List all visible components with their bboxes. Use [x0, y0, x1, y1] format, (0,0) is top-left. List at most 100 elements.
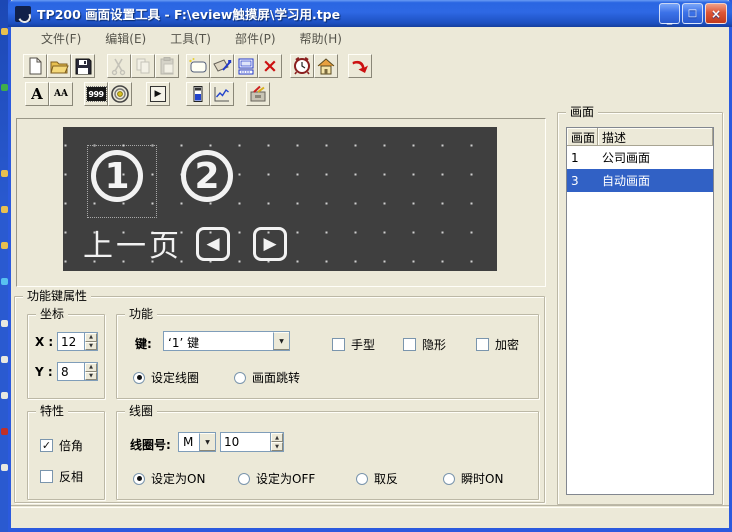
y-spin-down-button[interactable]: ▼ — [85, 372, 97, 381]
text-a-icon: A — [31, 85, 43, 103]
open-file-button[interactable] — [47, 54, 71, 78]
download-arrow-icon — [350, 56, 370, 76]
screens-listview[interactable]: 画面 描述 1 公司画面 3 自动画面 — [566, 127, 714, 495]
desktop-icon — [1, 206, 8, 213]
text-aa-icon: AA — [54, 89, 68, 99]
cut-button[interactable] — [107, 54, 131, 78]
canvas-prev-text[interactable]: 上一页 — [83, 221, 182, 265]
new-screen-button[interactable] — [186, 54, 210, 78]
coil-spin-down-button[interactable]: ▼ — [271, 442, 283, 451]
screen-canvas[interactable]: 1 2 上一页 ◀ ▶ — [63, 127, 497, 271]
delete-x-icon: × — [262, 57, 278, 76]
screen-properties-button[interactable] — [210, 54, 234, 78]
column-header-description[interactable]: 描述 — [598, 128, 713, 146]
check-icon: ✓ — [42, 440, 51, 451]
spin-down-icon: ▼ — [89, 343, 93, 349]
set-on-radio-label: 设定为ON — [151, 470, 205, 487]
column-header-screen[interactable]: 画面 — [567, 128, 598, 146]
x-spin-up-button[interactable]: ▲ — [85, 333, 97, 342]
coil-type-dropdown[interactable]: M ▼ — [178, 432, 216, 452]
title-bar[interactable]: TP200 画面设置工具 - F:\eview触摸屏\学习用.tpe _ □ × — [8, 0, 732, 27]
close-button[interactable]: × — [705, 3, 727, 24]
screen-jump-radio[interactable]: 画面跳转 — [234, 369, 300, 386]
numeric-999-icon: 999 — [87, 87, 106, 101]
minimize-button[interactable]: _ — [659, 3, 680, 24]
radio-dot-icon — [137, 375, 142, 380]
x-input[interactable]: 12 — [57, 332, 84, 351]
canvas-next-button[interactable]: ▶ — [253, 227, 287, 261]
toggle-radio[interactable]: 取反 — [356, 470, 398, 487]
x-label: X : — [35, 335, 53, 349]
status-bar — [11, 508, 729, 528]
trend-graph-button[interactable] — [210, 82, 234, 106]
copy-button[interactable] — [131, 54, 155, 78]
encrypt-checkbox[interactable]: ✓ 加密 — [476, 336, 519, 353]
delete-screen-button[interactable]: × — [258, 54, 282, 78]
new-file-icon — [25, 56, 45, 76]
new-file-button[interactable] — [23, 54, 47, 78]
set-off-radio[interactable]: 设定为OFF — [238, 470, 315, 487]
key-1-label: 1 — [104, 156, 129, 197]
coil-address-input[interactable]: 10 — [220, 432, 270, 452]
menu-item-edit[interactable]: 编辑(E) — [105, 30, 146, 47]
function-key-icon: ▶ — [150, 86, 166, 102]
maximize-button[interactable]: □ — [682, 3, 703, 24]
hand-checkbox[interactable]: ✓ 手型 — [332, 336, 375, 353]
spin-up-icon: ▲ — [89, 364, 93, 370]
screen-row-number: 3 — [567, 174, 598, 188]
spin-down-icon: ▼ — [89, 373, 93, 379]
invert-checkbox[interactable]: ✓ 反相 — [40, 468, 83, 485]
save-file-button[interactable] — [71, 54, 95, 78]
double-size-checkbox[interactable]: ✓ 倍角 — [40, 437, 83, 454]
momentary-on-radio[interactable]: 瞬时ON — [443, 470, 503, 487]
coil-address-spinner: 10 ▲ ▼ — [220, 432, 284, 452]
toolbox-icon — [248, 84, 268, 104]
menu-item-file[interactable]: 文件(F) — [41, 30, 81, 47]
set-on-radio[interactable]: 设定为ON — [133, 470, 205, 487]
window-title: TP200 画面设置工具 - F:\eview触摸屏\学习用.tpe — [37, 4, 657, 23]
menu-item-help[interactable]: 帮助(H) — [300, 30, 342, 47]
hidden-checkbox[interactable]: ✓ 隐形 — [403, 336, 446, 353]
y-input[interactable]: 8 — [57, 362, 84, 381]
coil-group: 线圈 线圈号: M ▼ 10 ▲ ▼ 设定为ON 设定为OFF 取反 瞬时ON — [116, 411, 539, 500]
screen-row-description: 自动画面 — [598, 172, 713, 189]
coil-type-value: M — [179, 433, 199, 451]
y-spin-up-button[interactable]: ▲ — [85, 363, 97, 372]
numeric-display-button[interactable]: 999 — [84, 82, 108, 106]
toggle-radio-label: 取反 — [374, 470, 398, 487]
function-key-button[interactable]: ▶ — [146, 82, 170, 106]
spin-up-icon: ▲ — [275, 435, 279, 441]
dropdown-arrow-icon[interactable]: ▼ — [273, 332, 289, 350]
small-text-button[interactable]: AA — [49, 82, 73, 106]
parts-toolbox-button[interactable] — [246, 82, 270, 106]
system-screen-button[interactable] — [314, 54, 338, 78]
set-coil-radio[interactable]: 设定线圈 — [133, 369, 199, 386]
coil-spin-up-button[interactable]: ▲ — [271, 433, 283, 442]
screen-list-button[interactable] — [234, 54, 258, 78]
x-spin-down-button[interactable]: ▼ — [85, 342, 97, 351]
screen-row[interactable]: 1 公司画面 — [567, 146, 713, 169]
clock-setting-button[interactable] — [290, 54, 314, 78]
key-dropdown[interactable]: ‘1’ 键 ▼ — [163, 331, 290, 351]
key-2-label: 2 — [194, 156, 219, 197]
menu-item-parts[interactable]: 部件(P) — [235, 30, 276, 47]
app-icon — [15, 6, 31, 22]
momentary-on-radio-label: 瞬时ON — [461, 470, 503, 487]
download-button[interactable] — [348, 54, 372, 78]
canvas-prev-button[interactable]: ◀ — [196, 227, 230, 261]
paste-button[interactable] — [155, 54, 179, 78]
new-screen-icon — [188, 56, 208, 76]
menu-item-tools[interactable]: 工具(T) — [170, 30, 211, 47]
paste-clipboard-icon — [157, 56, 177, 76]
desktop-icon — [1, 28, 8, 35]
canvas-key-2[interactable]: 2 — [181, 150, 233, 202]
bar-graph-button[interactable] — [186, 82, 210, 106]
double-size-checkbox-label: 倍角 — [59, 437, 83, 454]
canvas-key-1[interactable]: 1 — [91, 150, 143, 202]
minimize-icon: _ — [667, 15, 673, 23]
dropdown-arrow-icon[interactable]: ▼ — [199, 433, 215, 451]
static-text-button[interactable]: A — [25, 82, 49, 106]
x-spinner: 12 ▲ ▼ — [57, 332, 98, 351]
screen-row[interactable]: 3 自动画面 — [567, 169, 713, 192]
lamp-button[interactable] — [108, 82, 132, 106]
